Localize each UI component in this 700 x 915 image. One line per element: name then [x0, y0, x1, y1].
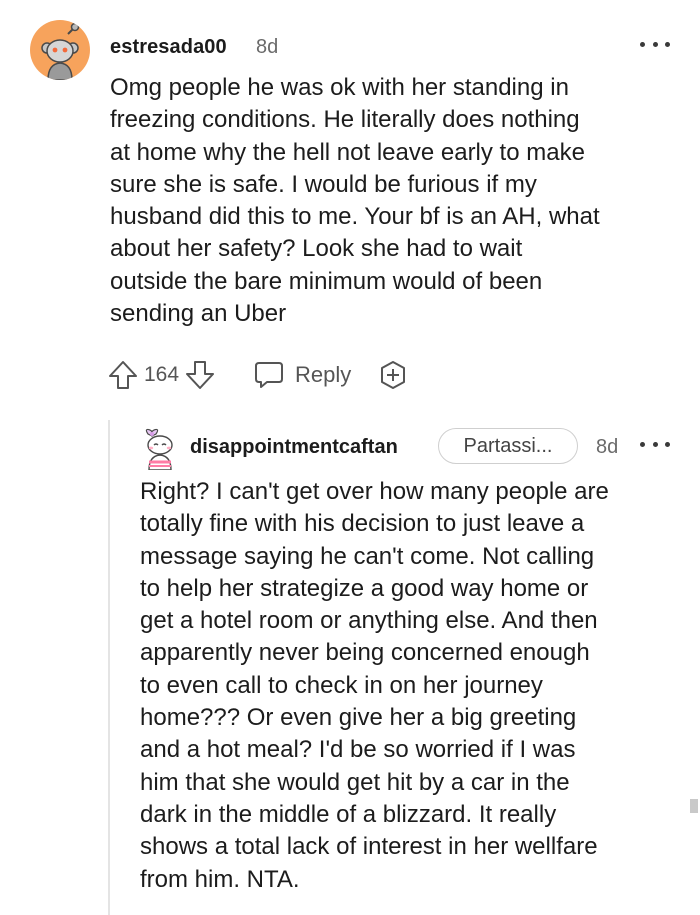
- snoo-avatar-icon: [41, 22, 80, 80]
- user-avatar[interactable]: [30, 20, 90, 80]
- user-avatar[interactable]: [140, 426, 178, 471]
- dot: [640, 41, 645, 47]
- reply-username[interactable]: disappointmentcaftan: [190, 436, 398, 459]
- scrollbar-thumb[interactable]: [690, 799, 698, 813]
- comment-username[interactable]: estresada00: [110, 36, 227, 59]
- comment-actions: 164 Reply: [108, 355, 409, 395]
- downvote-icon[interactable]: [185, 359, 215, 391]
- reply-label: Reply: [295, 362, 352, 387]
- dot: [652, 41, 658, 47]
- reply-timestamp: 8d: [596, 436, 619, 458]
- reply-button[interactable]: Reply: [253, 360, 351, 390]
- dot: [665, 441, 670, 447]
- comment-bubble-icon: [255, 362, 284, 388]
- comment-timestamp: 8d: [256, 36, 279, 58]
- comment-body: Omg people he was ok with her standing i…: [110, 74, 600, 328]
- snoo-avatar-icon: [145, 428, 173, 471]
- dot: [640, 441, 645, 447]
- user-flair: Partassi...: [438, 428, 578, 464]
- award-plus-icon: [381, 361, 406, 389]
- award-button[interactable]: [377, 359, 409, 391]
- dot: [652, 441, 658, 447]
- thread-line[interactable]: [108, 420, 110, 915]
- upvote-icon[interactable]: [108, 359, 138, 391]
- reply-body: Right? I can't get over how many people …: [140, 478, 609, 893]
- more-options-button[interactable]: [640, 34, 670, 54]
- dot: [665, 41, 670, 47]
- vote-count: 164: [144, 363, 180, 386]
- more-options-button[interactable]: [640, 434, 670, 454]
